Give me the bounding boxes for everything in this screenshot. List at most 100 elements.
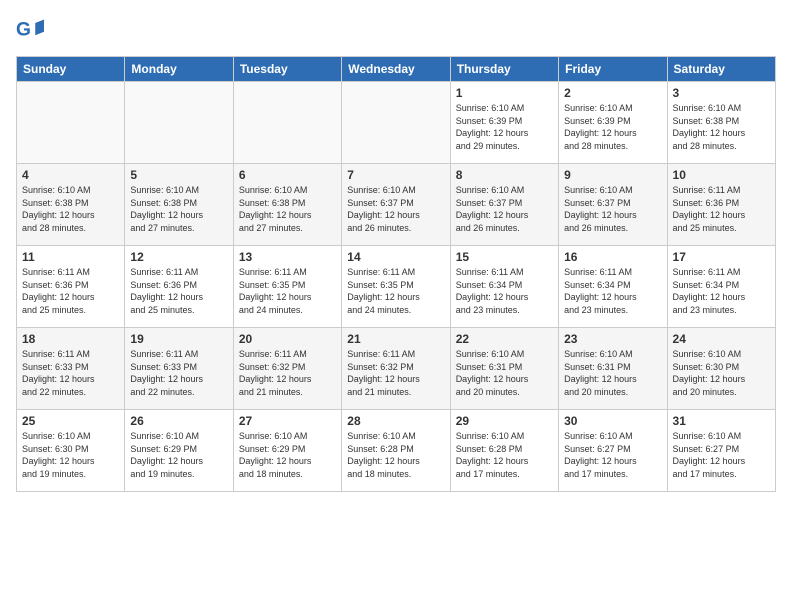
- day-info: Sunrise: 6:10 AM Sunset: 6:27 PM Dayligh…: [564, 430, 661, 480]
- calendar-cell: 23 Sunrise: 6:10 AM Sunset: 6:31 PM Dayli…: [559, 328, 667, 410]
- day-number: 7: [347, 168, 444, 182]
- day-number: 22: [456, 332, 553, 346]
- day-number: 12: [130, 250, 227, 264]
- day-info: Sunrise: 6:11 AM Sunset: 6:32 PM Dayligh…: [347, 348, 444, 398]
- week-row-5: 25 Sunrise: 6:10 AM Sunset: 6:30 PM Dayli…: [17, 410, 776, 492]
- day-number: 25: [22, 414, 119, 428]
- day-info: Sunrise: 6:10 AM Sunset: 6:38 PM Dayligh…: [22, 184, 119, 234]
- day-number: 21: [347, 332, 444, 346]
- calendar-cell: 26 Sunrise: 6:10 AM Sunset: 6:29 PM Dayli…: [125, 410, 233, 492]
- calendar-cell: 8 Sunrise: 6:10 AM Sunset: 6:37 PM Daylig…: [450, 164, 558, 246]
- calendar-cell: 3Sunrise: 6:10 AM Sunset: 6:38 PM Daylig…: [667, 82, 775, 164]
- weekday-header-thursday: Thursday: [450, 57, 558, 82]
- day-info: Sunrise: 6:10 AM Sunset: 6:30 PM Dayligh…: [673, 348, 770, 398]
- weekday-header-monday: Monday: [125, 57, 233, 82]
- day-info: Sunrise: 6:11 AM Sunset: 6:36 PM Dayligh…: [130, 266, 227, 316]
- day-info: Sunrise: 6:10 AM Sunset: 6:38 PM Dayligh…: [130, 184, 227, 234]
- day-number: 1: [456, 86, 553, 100]
- day-number: 24: [673, 332, 770, 346]
- weekday-header-wednesday: Wednesday: [342, 57, 450, 82]
- calendar-cell: 22 Sunrise: 6:10 AM Sunset: 6:31 PM Dayli…: [450, 328, 558, 410]
- day-info: Sunrise: 6:11 AM Sunset: 6:36 PM Dayligh…: [673, 184, 770, 234]
- calendar-cell: 25 Sunrise: 6:10 AM Sunset: 6:30 PM Dayli…: [17, 410, 125, 492]
- day-info: Sunrise: 6:10 AM Sunset: 6:29 PM Dayligh…: [130, 430, 227, 480]
- day-number: 11: [22, 250, 119, 264]
- day-info: Sunrise: 6:10 AM Sunset: 6:38 PM Dayligh…: [239, 184, 336, 234]
- week-row-3: 11 Sunrise: 6:11 AM Sunset: 6:36 PM Dayli…: [17, 246, 776, 328]
- calendar-table: SundayMondayTuesdayWednesdayThursdayFrid…: [16, 56, 776, 492]
- calendar-cell: 15 Sunrise: 6:11 AM Sunset: 6:34 PM Dayli…: [450, 246, 558, 328]
- calendar-cell: 18Sunrise: 6:11 AM Sunset: 6:33 PM Dayli…: [17, 328, 125, 410]
- day-info: Sunrise: 6:10 AM Sunset: 6:29 PM Dayligh…: [239, 430, 336, 480]
- calendar-cell: 1Sunrise: 6:10 AM Sunset: 6:39 PM Daylig…: [450, 82, 558, 164]
- day-number: 3: [673, 86, 770, 100]
- week-row-1: 1Sunrise: 6:10 AM Sunset: 6:39 PM Daylig…: [17, 82, 776, 164]
- day-number: 17: [673, 250, 770, 264]
- day-number: 19: [130, 332, 227, 346]
- day-number: 31: [673, 414, 770, 428]
- svg-text:G: G: [16, 19, 31, 40]
- day-info: Sunrise: 6:11 AM Sunset: 6:33 PM Dayligh…: [22, 348, 119, 398]
- weekday-header-friday: Friday: [559, 57, 667, 82]
- day-number: 15: [456, 250, 553, 264]
- calendar-cell: 9Sunrise: 6:10 AM Sunset: 6:37 PM Daylig…: [559, 164, 667, 246]
- day-number: 5: [130, 168, 227, 182]
- calendar-cell: 30 Sunrise: 6:10 AM Sunset: 6:27 PM Dayli…: [559, 410, 667, 492]
- day-number: 14: [347, 250, 444, 264]
- calendar-cell: 6 Sunrise: 6:10 AM Sunset: 6:38 PM Daylig…: [233, 164, 341, 246]
- day-number: 27: [239, 414, 336, 428]
- day-number: 10: [673, 168, 770, 182]
- calendar-cell: 28 Sunrise: 6:10 AM Sunset: 6:28 PM Dayli…: [342, 410, 450, 492]
- weekday-header-sunday: Sunday: [17, 57, 125, 82]
- day-info: Sunrise: 6:10 AM Sunset: 6:31 PM Dayligh…: [564, 348, 661, 398]
- day-info: Sunrise: 6:10 AM Sunset: 6:37 PM Dayligh…: [347, 184, 444, 234]
- logo-icon: G: [16, 16, 44, 44]
- calendar-cell: 14 Sunrise: 6:11 AM Sunset: 6:35 PM Dayli…: [342, 246, 450, 328]
- day-info: Sunrise: 6:10 AM Sunset: 6:27 PM Dayligh…: [673, 430, 770, 480]
- day-info: Sunrise: 6:11 AM Sunset: 6:33 PM Dayligh…: [130, 348, 227, 398]
- week-row-4: 18Sunrise: 6:11 AM Sunset: 6:33 PM Dayli…: [17, 328, 776, 410]
- calendar-cell: 27 Sunrise: 6:10 AM Sunset: 6:29 PM Dayli…: [233, 410, 341, 492]
- weekday-header-row: SundayMondayTuesdayWednesdayThursdayFrid…: [17, 57, 776, 82]
- day-number: 2: [564, 86, 661, 100]
- day-info: Sunrise: 6:10 AM Sunset: 6:37 PM Dayligh…: [456, 184, 553, 234]
- day-info: Sunrise: 6:10 AM Sunset: 6:30 PM Dayligh…: [22, 430, 119, 480]
- calendar-cell: 29Sunrise: 6:10 AM Sunset: 6:28 PM Dayli…: [450, 410, 558, 492]
- day-number: 13: [239, 250, 336, 264]
- calendar-cell: [17, 82, 125, 164]
- day-number: 30: [564, 414, 661, 428]
- day-info: Sunrise: 6:10 AM Sunset: 6:28 PM Dayligh…: [347, 430, 444, 480]
- calendar-cell: 24 Sunrise: 6:10 AM Sunset: 6:30 PM Dayli…: [667, 328, 775, 410]
- calendar-cell: 5 Sunrise: 6:10 AM Sunset: 6:38 PM Daylig…: [125, 164, 233, 246]
- day-info: Sunrise: 6:10 AM Sunset: 6:31 PM Dayligh…: [456, 348, 553, 398]
- day-info: Sunrise: 6:11 AM Sunset: 6:34 PM Dayligh…: [673, 266, 770, 316]
- day-number: 29: [456, 414, 553, 428]
- calendar-cell: [342, 82, 450, 164]
- header: G: [16, 16, 776, 44]
- calendar-cell: 21 Sunrise: 6:11 AM Sunset: 6:32 PM Dayli…: [342, 328, 450, 410]
- day-number: 6: [239, 168, 336, 182]
- calendar-cell: 10 Sunrise: 6:11 AM Sunset: 6:36 PM Dayli…: [667, 164, 775, 246]
- day-number: 23: [564, 332, 661, 346]
- calendar-cell: 7 Sunrise: 6:10 AM Sunset: 6:37 PM Daylig…: [342, 164, 450, 246]
- day-info: Sunrise: 6:10 AM Sunset: 6:37 PM Dayligh…: [564, 184, 661, 234]
- day-number: 28: [347, 414, 444, 428]
- weekday-header-tuesday: Tuesday: [233, 57, 341, 82]
- logo: G: [16, 16, 48, 44]
- day-number: 16: [564, 250, 661, 264]
- day-number: 8: [456, 168, 553, 182]
- day-number: 26: [130, 414, 227, 428]
- day-info: Sunrise: 6:11 AM Sunset: 6:34 PM Dayligh…: [456, 266, 553, 316]
- calendar-cell: 31 Sunrise: 6:10 AM Sunset: 6:27 PM Dayli…: [667, 410, 775, 492]
- calendar-cell: 2Sunrise: 6:10 AM Sunset: 6:39 PM Daylig…: [559, 82, 667, 164]
- calendar-cell: 17 Sunrise: 6:11 AM Sunset: 6:34 PM Dayli…: [667, 246, 775, 328]
- day-number: 20: [239, 332, 336, 346]
- calendar-cell: 4Sunrise: 6:10 AM Sunset: 6:38 PM Daylig…: [17, 164, 125, 246]
- day-info: Sunrise: 6:11 AM Sunset: 6:35 PM Dayligh…: [347, 266, 444, 316]
- calendar-cell: 20 Sunrise: 6:11 AM Sunset: 6:32 PM Dayli…: [233, 328, 341, 410]
- calendar-cell: 13Sunrise: 6:11 AM Sunset: 6:35 PM Dayli…: [233, 246, 341, 328]
- calendar-cell: [233, 82, 341, 164]
- day-info: Sunrise: 6:11 AM Sunset: 6:32 PM Dayligh…: [239, 348, 336, 398]
- week-row-2: 4Sunrise: 6:10 AM Sunset: 6:38 PM Daylig…: [17, 164, 776, 246]
- day-info: Sunrise: 6:11 AM Sunset: 6:34 PM Dayligh…: [564, 266, 661, 316]
